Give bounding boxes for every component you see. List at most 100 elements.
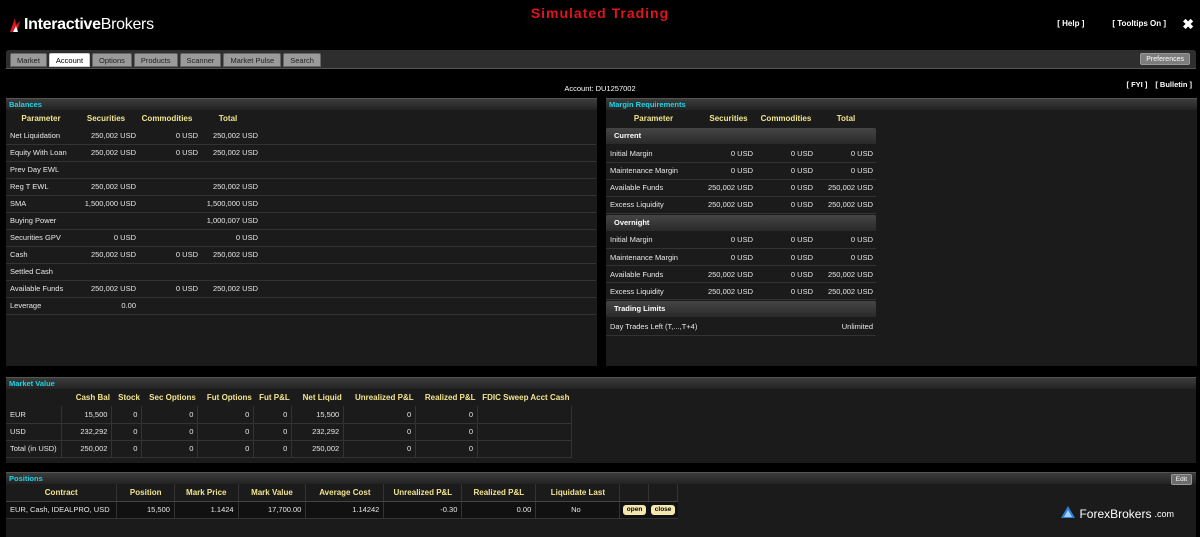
table-row: Initial Margin 0 USD 0 USD 0 USD: [606, 231, 876, 249]
account-id: Account: DU1257002: [564, 84, 636, 93]
table-row: Excess Liquidity 250,002 USD 0 USD 250,002 …: [606, 196, 876, 214]
preferences-button[interactable]: Preferences: [1140, 53, 1190, 65]
fyi-link[interactable]: [ FYI ]: [1126, 80, 1147, 89]
col-header: Mark Value: [238, 484, 307, 502]
table-cell: 17,700.00: [238, 501, 307, 519]
table-cell: 0: [415, 423, 479, 441]
col-header: Securities: [86, 114, 126, 123]
table-cell: 250,002 USD: [816, 265, 876, 283]
table-cell: [136, 229, 198, 247]
table-cell: EUR: [6, 406, 63, 424]
forexbrokers-logo-icon: [1060, 505, 1076, 522]
table-cell: 250,002 USD: [76, 178, 136, 196]
table-cell: [198, 297, 258, 315]
col-header: Parameter: [633, 114, 674, 123]
table-cell: 0: [253, 406, 293, 424]
table-cell: 250,002 USD: [701, 265, 756, 283]
table-cell: 0 USD: [756, 231, 816, 249]
table-row: Net Liquidation 250,002 USD 0 USD 250,002 U…: [6, 127, 596, 145]
table-cell: 0: [415, 440, 479, 458]
col-header: Parameter: [21, 114, 61, 123]
table-cell: 0 USD: [756, 265, 816, 283]
table-cell: 0 USD: [756, 196, 816, 214]
table-cell: 0 USD: [756, 162, 816, 180]
balances-table: Parameter Securities Commodities Total N…: [6, 110, 596, 315]
table-row: Initial Margin 0 USD 0 USD 0 USD: [606, 145, 876, 163]
table-row: Excess Liquidity 250,002 USD 0 USD 250,002 …: [606, 282, 876, 300]
table-cell: Reg T EWL: [6, 178, 76, 196]
tab-options[interactable]: Options: [92, 53, 132, 67]
table-cell: 1.1424: [174, 501, 239, 519]
table-cell: Initial Margin: [606, 145, 701, 163]
table-cell: [701, 318, 756, 336]
table-cell: 0.00: [76, 297, 136, 315]
col-header: Fut P&L: [259, 393, 290, 402]
table-cell: [136, 263, 198, 281]
table-cell: USD: [6, 423, 63, 441]
table-cell: 15,500: [116, 501, 175, 519]
table-cell: 0 USD: [756, 179, 816, 197]
bulletin-link[interactable]: [ Bulletin ]: [1155, 80, 1192, 89]
tab-bar: Market Account Options Products Scanner …: [6, 50, 1196, 69]
watermark-text: ForexBrokers: [1079, 506, 1152, 521]
balances-panel: Balances Parameter Securities Commoditie…: [6, 98, 597, 366]
table-cell: Day Trades Left (T,...,T+4): [606, 318, 701, 336]
close-icon[interactable]: ✖: [1182, 16, 1194, 33]
table-cell: Maintenance Margin: [606, 248, 701, 266]
table-cell: 0 USD: [136, 280, 198, 298]
tab-products[interactable]: Products: [133, 53, 178, 67]
table-row: Maintenance Margin 0 USD 0 USD 0 USD: [606, 162, 876, 180]
positions-title: Positions: [6, 472, 1196, 484]
table-cell: 0: [141, 440, 199, 458]
table-cell: [136, 178, 198, 196]
table-cell: [76, 212, 136, 230]
positions-table: Contract Position Mark Price Mark Value Aver…: [6, 484, 678, 519]
edit-button[interactable]: Edit: [1170, 474, 1192, 485]
open-button[interactable]: open: [622, 505, 647, 515]
tab-market-pulse[interactable]: Market Pulse: [223, 53, 282, 67]
table-cell: 250,002 USD: [76, 280, 136, 298]
section-header: Trading Limits: [606, 301, 876, 317]
tab-account[interactable]: Account: [48, 53, 91, 67]
table-cell: 1,000,007 USD: [198, 212, 258, 230]
table-cell: 250,002 USD: [701, 196, 756, 214]
col-header: Securities: [709, 114, 748, 123]
table-row: SMA 1,500,000 USD 1,500,000 USD: [6, 195, 596, 213]
tab-market[interactable]: Market: [10, 53, 47, 67]
table-cell: 0: [141, 423, 199, 441]
table-cell: 250,002 USD: [76, 144, 136, 162]
market-value-panel: Market Value Cash Bal Stock Sec Options Fut…: [6, 377, 1196, 463]
table-cell: 0 USD: [701, 162, 756, 180]
table-cell: [198, 263, 258, 281]
table-cell: 0 USD: [136, 144, 198, 162]
table-row: Available Funds 250,002 USD 0 USD 250,002 U…: [6, 280, 596, 298]
table-row: Total (in USD) 250,002 0 0 0 0 250,002 0 0: [6, 440, 572, 458]
col-header: Contract: [6, 484, 118, 502]
col-header: FDIC Sweep Acct Cash: [482, 393, 570, 402]
forexbrokers-watermark: ForexBrokers .com: [1060, 505, 1174, 522]
table-cell: 0 USD: [76, 229, 136, 247]
col-header: [619, 484, 650, 502]
table-row: Available Funds 250,002 USD 0 USD 250,002 U…: [606, 179, 876, 197]
market-value-title: Market Value: [6, 377, 1196, 389]
watermark-suffix: .com: [1154, 508, 1174, 519]
table-cell: 0: [253, 423, 293, 441]
col-header: Stock: [118, 393, 140, 402]
table-cell: 0: [111, 440, 143, 458]
table-cell: [477, 423, 572, 441]
col-header: Commodities: [141, 114, 193, 123]
tooltips-toggle-link[interactable]: [ Tooltips On ]: [1112, 19, 1166, 28]
table-cell: 1,500,000 USD: [198, 195, 258, 213]
table-cell: 250,002 USD: [816, 179, 876, 197]
tab-search[interactable]: Search: [283, 53, 321, 67]
table-cell: 250,002 USD: [701, 179, 756, 197]
help-link[interactable]: [ Help ]: [1057, 19, 1084, 28]
table-row: Buying Power 1,000,007 USD: [6, 212, 596, 230]
table-row: Cash 250,002 USD 0 USD 250,002 USD: [6, 246, 596, 264]
table-cell: [136, 161, 198, 179]
table-cell: 0 USD: [136, 246, 198, 264]
close-position-button[interactable]: close: [650, 505, 676, 515]
table-row: Reg T EWL 250,002 USD 250,002 USD: [6, 178, 596, 196]
market-value-table: Cash Bal Stock Sec Options Fut Options Fut P…: [6, 389, 572, 458]
tab-scanner[interactable]: Scanner: [179, 53, 222, 67]
